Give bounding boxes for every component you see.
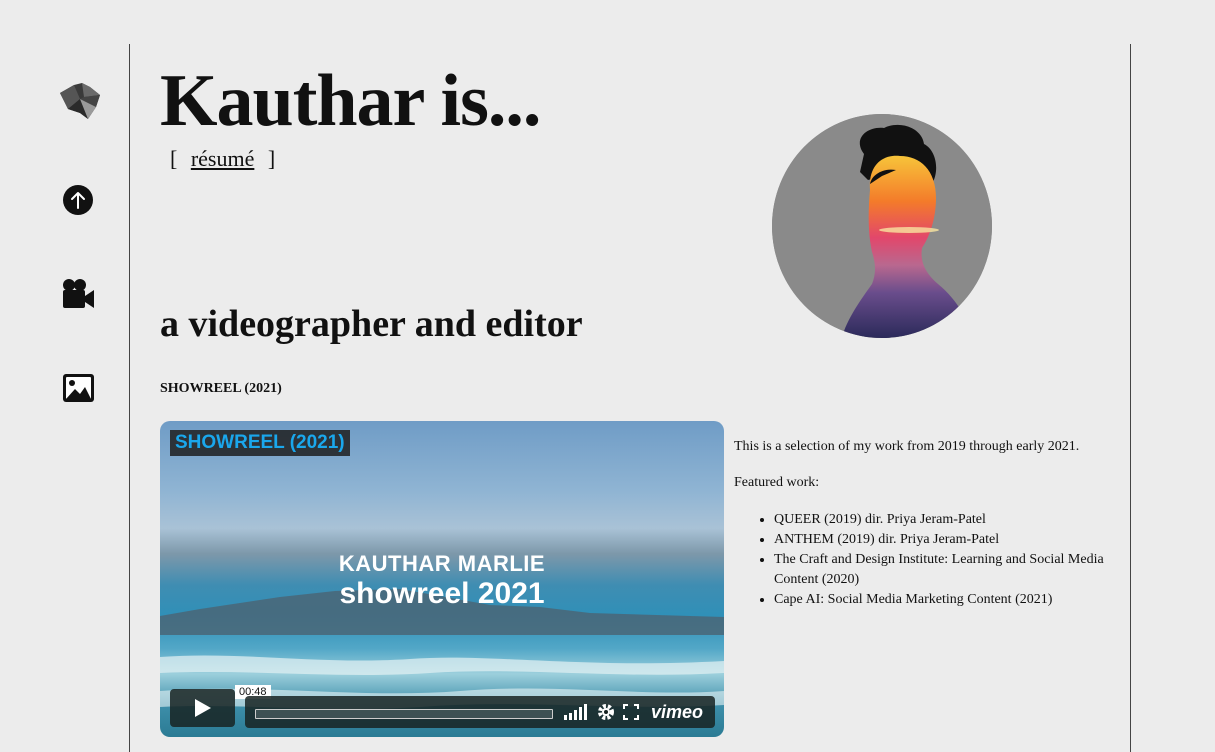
bracket-open: [ (170, 146, 178, 171)
featured-list: QUEER (2019) dir. Priya Jeram-Patel ANTH… (734, 510, 1104, 610)
video-title-label[interactable]: SHOWREEL (2021) (170, 430, 350, 456)
right-border (1130, 44, 1131, 752)
fullscreen-icon[interactable] (623, 704, 639, 720)
progress-bar[interactable] (255, 709, 553, 719)
geometric-logo-icon[interactable] (60, 83, 102, 121)
page-title: Kauthar is... (160, 60, 541, 142)
subtitle: a videographer and editor (160, 303, 583, 345)
resume-row: [ résumé ] (170, 146, 275, 172)
video-player[interactable]: SHOWREEL (2021) KAUTHAR MARLIE showreel … (160, 421, 724, 737)
control-bar: vimeo (245, 696, 715, 728)
overlay-name: KAUTHAR MARLIE (338, 551, 546, 576)
play-button[interactable] (170, 689, 235, 727)
volume-icon[interactable] (563, 704, 587, 720)
list-item: The Craft and Design Institute: Learning… (774, 550, 1104, 590)
image-icon[interactable] (62, 372, 95, 404)
left-border (129, 44, 130, 752)
play-icon (195, 699, 211, 717)
featured-label: Featured work: (734, 475, 820, 490)
bracket-close: ] (267, 146, 276, 171)
description: This is a selection of my work from 2019… (734, 438, 1104, 610)
sidebar-nav (0, 0, 129, 752)
overlay-title: showreel 2021 (339, 577, 545, 610)
intro-text: This is a selection of my work from 2019… (734, 439, 1080, 454)
vimeo-logo[interactable]: vimeo (651, 702, 703, 723)
resume-link[interactable]: résumé (191, 146, 255, 171)
showreel-heading: SHOWREEL (2021) (160, 381, 282, 396)
list-item: Cape AI: Social Media Marketing Content … (774, 590, 1104, 610)
list-item: QUEER (2019) dir. Priya Jeram-Patel (774, 510, 1104, 530)
video-overlay-text: KAUTHAR MARLIE showreel 2021 (160, 551, 724, 611)
profile-avatar (772, 114, 992, 338)
arrow-up-circle-icon[interactable] (62, 184, 94, 216)
list-item: ANTHEM (2019) dir. Priya Jeram-Patel (774, 530, 1104, 550)
settings-gear-icon[interactable] (597, 703, 615, 721)
video-camera-icon[interactable] (61, 278, 95, 310)
